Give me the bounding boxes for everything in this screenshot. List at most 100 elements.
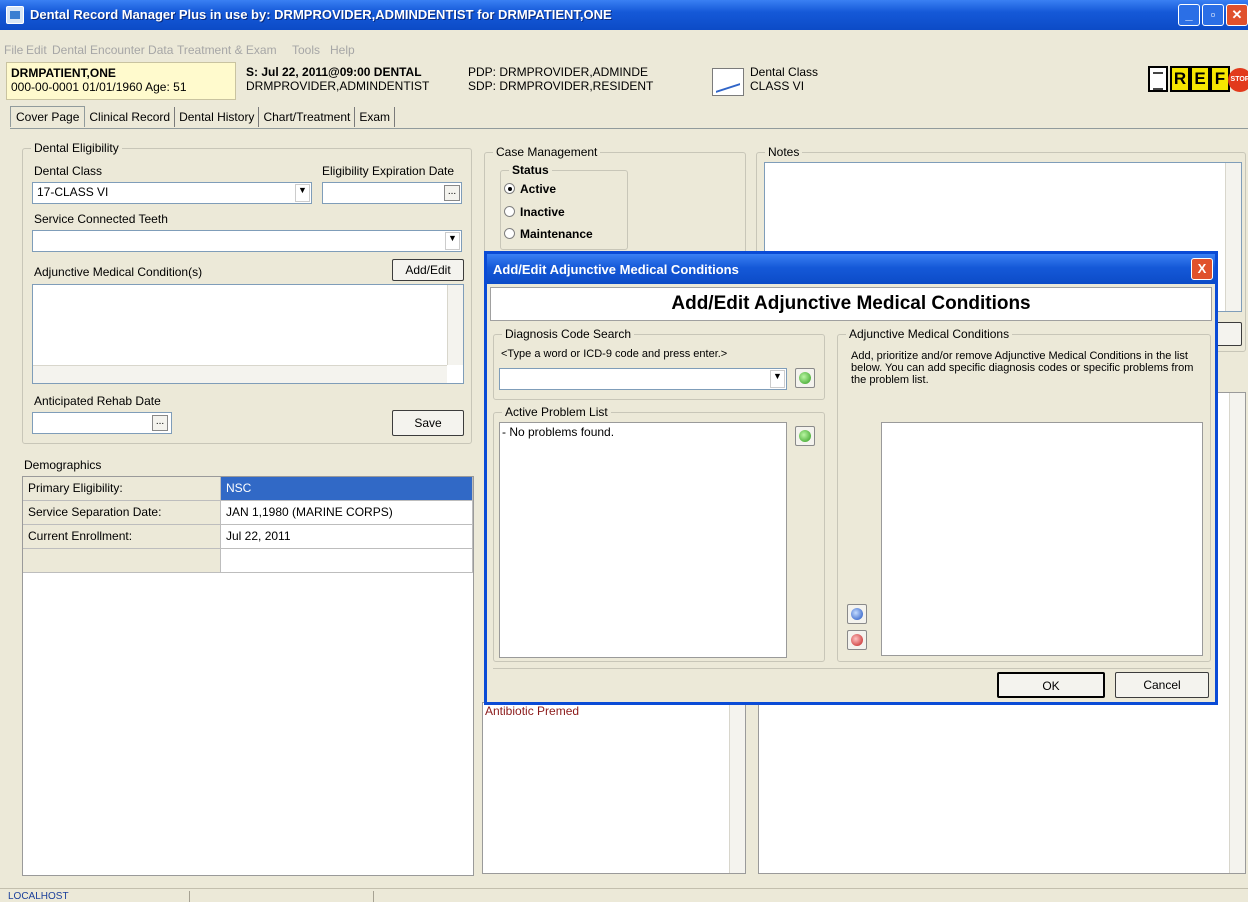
move-up-button[interactable] — [847, 604, 867, 624]
f-button[interactable]: F — [1210, 66, 1230, 92]
adjunctive-conditions-list[interactable] — [32, 284, 464, 384]
provider-info-panel[interactable]: PDP: DRMPROVIDER,ADMINDE SDP: DRMPROVIDE… — [466, 62, 706, 100]
tab-clinical-record[interactable]: Clinical Record — [85, 107, 176, 127]
vertical-scrollbar[interactable] — [1225, 163, 1241, 311]
row-label — [23, 549, 221, 573]
demographics-label: Demographics — [24, 458, 102, 472]
patient-info-panel[interactable]: DRMPATIENT,ONE 000-00-0001 01/01/1960 Ag… — [6, 62, 236, 100]
e-button[interactable]: E — [1190, 66, 1210, 92]
vertical-scrollbar[interactable] — [447, 285, 463, 365]
tab-chart-treatment[interactable]: Chart/Treatment — [259, 107, 356, 127]
chart-icon — [712, 68, 744, 96]
status-label: Status — [509, 163, 552, 177]
demographics-grid[interactable]: Primary Eligibility: NSC Service Separat… — [22, 476, 474, 876]
menu-edit[interactable]: Edit — [26, 43, 47, 57]
tab-cover-page[interactable]: Cover Page — [10, 106, 86, 127]
notes-document-button[interactable] — [1148, 66, 1168, 92]
dental-class-value: 17-CLASS VI — [37, 185, 109, 199]
radio-checked-icon — [504, 183, 515, 194]
problem-list[interactable]: - No problems found. — [499, 422, 787, 658]
dental-class-select[interactable]: 17-CLASS VI ▼ — [32, 182, 312, 204]
patient-name: DRMPATIENT,ONE — [11, 66, 116, 80]
add-problem-button[interactable] — [795, 426, 815, 446]
premed-list[interactable]: Antibiotic Premed — [482, 702, 746, 874]
menu-file[interactable]: File — [4, 43, 23, 57]
expiration-date-picker-button[interactable]: ... — [444, 185, 460, 201]
adjunctive-conditions-group-label: Adjunctive Medical Conditions — [846, 327, 1013, 341]
adjunctive-conditions-dialog[interactable]: Add/Edit Adjunctive Medical Conditions X… — [484, 251, 1218, 705]
r-button[interactable]: R — [1170, 66, 1190, 92]
patient-id-line: 000-00-0001 01/01/1960 Age: 51 — [11, 80, 187, 94]
menu-treatment-exam[interactable]: Treatment & Exam — [177, 43, 277, 57]
table-row[interactable] — [23, 549, 473, 573]
add-diagnosis-button[interactable] — [795, 368, 815, 388]
status-maintenance-label: Maintenance — [520, 227, 593, 241]
expiration-date-field[interactable] — [322, 182, 462, 204]
row-value[interactable] — [221, 549, 473, 573]
expiration-date-label: Eligibility Expiration Date — [322, 164, 455, 178]
ok-button[interactable]: OK — [997, 672, 1105, 698]
diagnosis-search-hint: <Type a word or ICD-9 code and press ent… — [501, 348, 728, 360]
list-item[interactable]: - No problems found. — [500, 423, 786, 441]
dialog-close-button[interactable]: X — [1191, 258, 1213, 280]
dialog-title: Add/Edit Adjunctive Medical Conditions — [493, 262, 739, 277]
diagnosis-search-label: Diagnosis Code Search — [502, 327, 635, 341]
menu-help[interactable]: Help — [330, 43, 355, 57]
sdp-provider: SDP: DRMPROVIDER,RESIDENT — [468, 79, 654, 93]
encounter-info-panel[interactable]: S: Jul 22, 2011@09:00 DENTAL DRMPROVIDER… — [244, 62, 454, 100]
cancel-button[interactable]: Cancel — [1115, 672, 1209, 698]
row-label: Primary Eligibility: — [23, 477, 221, 501]
remove-condition-button[interactable] — [847, 630, 867, 650]
vertical-scrollbar[interactable] — [1229, 393, 1245, 873]
rehab-date-label: Anticipated Rehab Date — [34, 394, 161, 408]
app-title-bar[interactable]: Dental Record Manager Plus in use by: DR… — [0, 0, 1248, 30]
status-inactive-radio[interactable]: Inactive — [504, 205, 565, 219]
status-server: LOCALHOST — [0, 891, 190, 902]
row-value[interactable]: JAN 1,1980 (MARINE CORPS) — [221, 501, 473, 525]
adjunctive-conditions-listbox[interactable] — [881, 422, 1203, 656]
notes-action-button[interactable] — [1214, 322, 1242, 346]
dental-class-panel[interactable]: Dental Class CLASS VI — [708, 62, 828, 100]
save-button[interactable]: Save — [392, 410, 464, 436]
chevron-down-icon[interactable]: ▼ — [295, 184, 310, 202]
radio-icon — [504, 206, 515, 217]
row-value-selected[interactable]: NSC — [221, 477, 473, 501]
notes-label: Notes — [765, 145, 803, 159]
radio-icon — [504, 228, 515, 239]
status-bar: LOCALHOST — [0, 888, 1248, 902]
tab-dental-history[interactable]: Dental History — [175, 107, 260, 127]
status-panel-2 — [190, 891, 374, 902]
status-active-label: Active — [520, 182, 557, 196]
dialog-heading: Add/Edit Adjunctive Medical Conditions — [490, 287, 1212, 321]
menu-dental-encounter-data[interactable]: Dental Encounter Data — [52, 43, 173, 57]
close-button[interactable]: ✕ — [1226, 4, 1248, 26]
rehab-date-field[interactable] — [32, 412, 172, 434]
encounter-provider: DRMPROVIDER,ADMINDENTIST — [246, 79, 430, 93]
diagnosis-search-group: Diagnosis Code Search — [493, 327, 825, 400]
adjunctive-instructions: Add, prioritize and/or remove Adjunctive… — [851, 350, 1194, 386]
pdp-provider: PDP: DRMPROVIDER,ADMINDE — [468, 65, 649, 79]
premed-text: Antibiotic Premed — [485, 704, 580, 718]
table-row[interactable]: Current Enrollment: Jul 22, 2011 — [23, 525, 473, 549]
table-row[interactable]: Service Separation Date: JAN 1,1980 (MAR… — [23, 501, 473, 525]
tab-exam[interactable]: Exam — [355, 107, 396, 127]
menu-bar: File Edit Dental Encounter Data Treatmen… — [0, 40, 1248, 60]
stop-icon[interactable]: STOP — [1228, 68, 1248, 92]
vertical-scrollbar[interactable] — [729, 703, 745, 873]
problem-list-label: Active Problem List — [502, 405, 611, 419]
chevron-down-icon[interactable]: ▼ — [445, 232, 460, 250]
menu-tools[interactable]: Tools — [292, 43, 320, 57]
add-edit-button[interactable]: Add/Edit — [392, 259, 464, 281]
horizontal-scrollbar[interactable] — [33, 365, 447, 383]
restore-button[interactable]: ▫ — [1202, 4, 1224, 26]
status-maintenance-radio[interactable]: Maintenance — [504, 227, 593, 241]
table-row[interactable]: Primary Eligibility: NSC — [23, 477, 473, 501]
status-active-radio[interactable]: Active — [504, 182, 556, 196]
dialog-title-bar[interactable]: Add/Edit Adjunctive Medical Conditions X — [487, 254, 1215, 284]
service-teeth-select[interactable]: ▼ — [32, 230, 462, 252]
chevron-down-icon[interactable]: ▼ — [770, 370, 785, 388]
diagnosis-search-input[interactable]: ▼ — [499, 368, 787, 390]
row-value[interactable]: Jul 22, 2011 — [221, 525, 473, 549]
minimize-button[interactable]: _ — [1178, 4, 1200, 26]
rehab-date-picker-button[interactable]: ... — [152, 415, 168, 431]
